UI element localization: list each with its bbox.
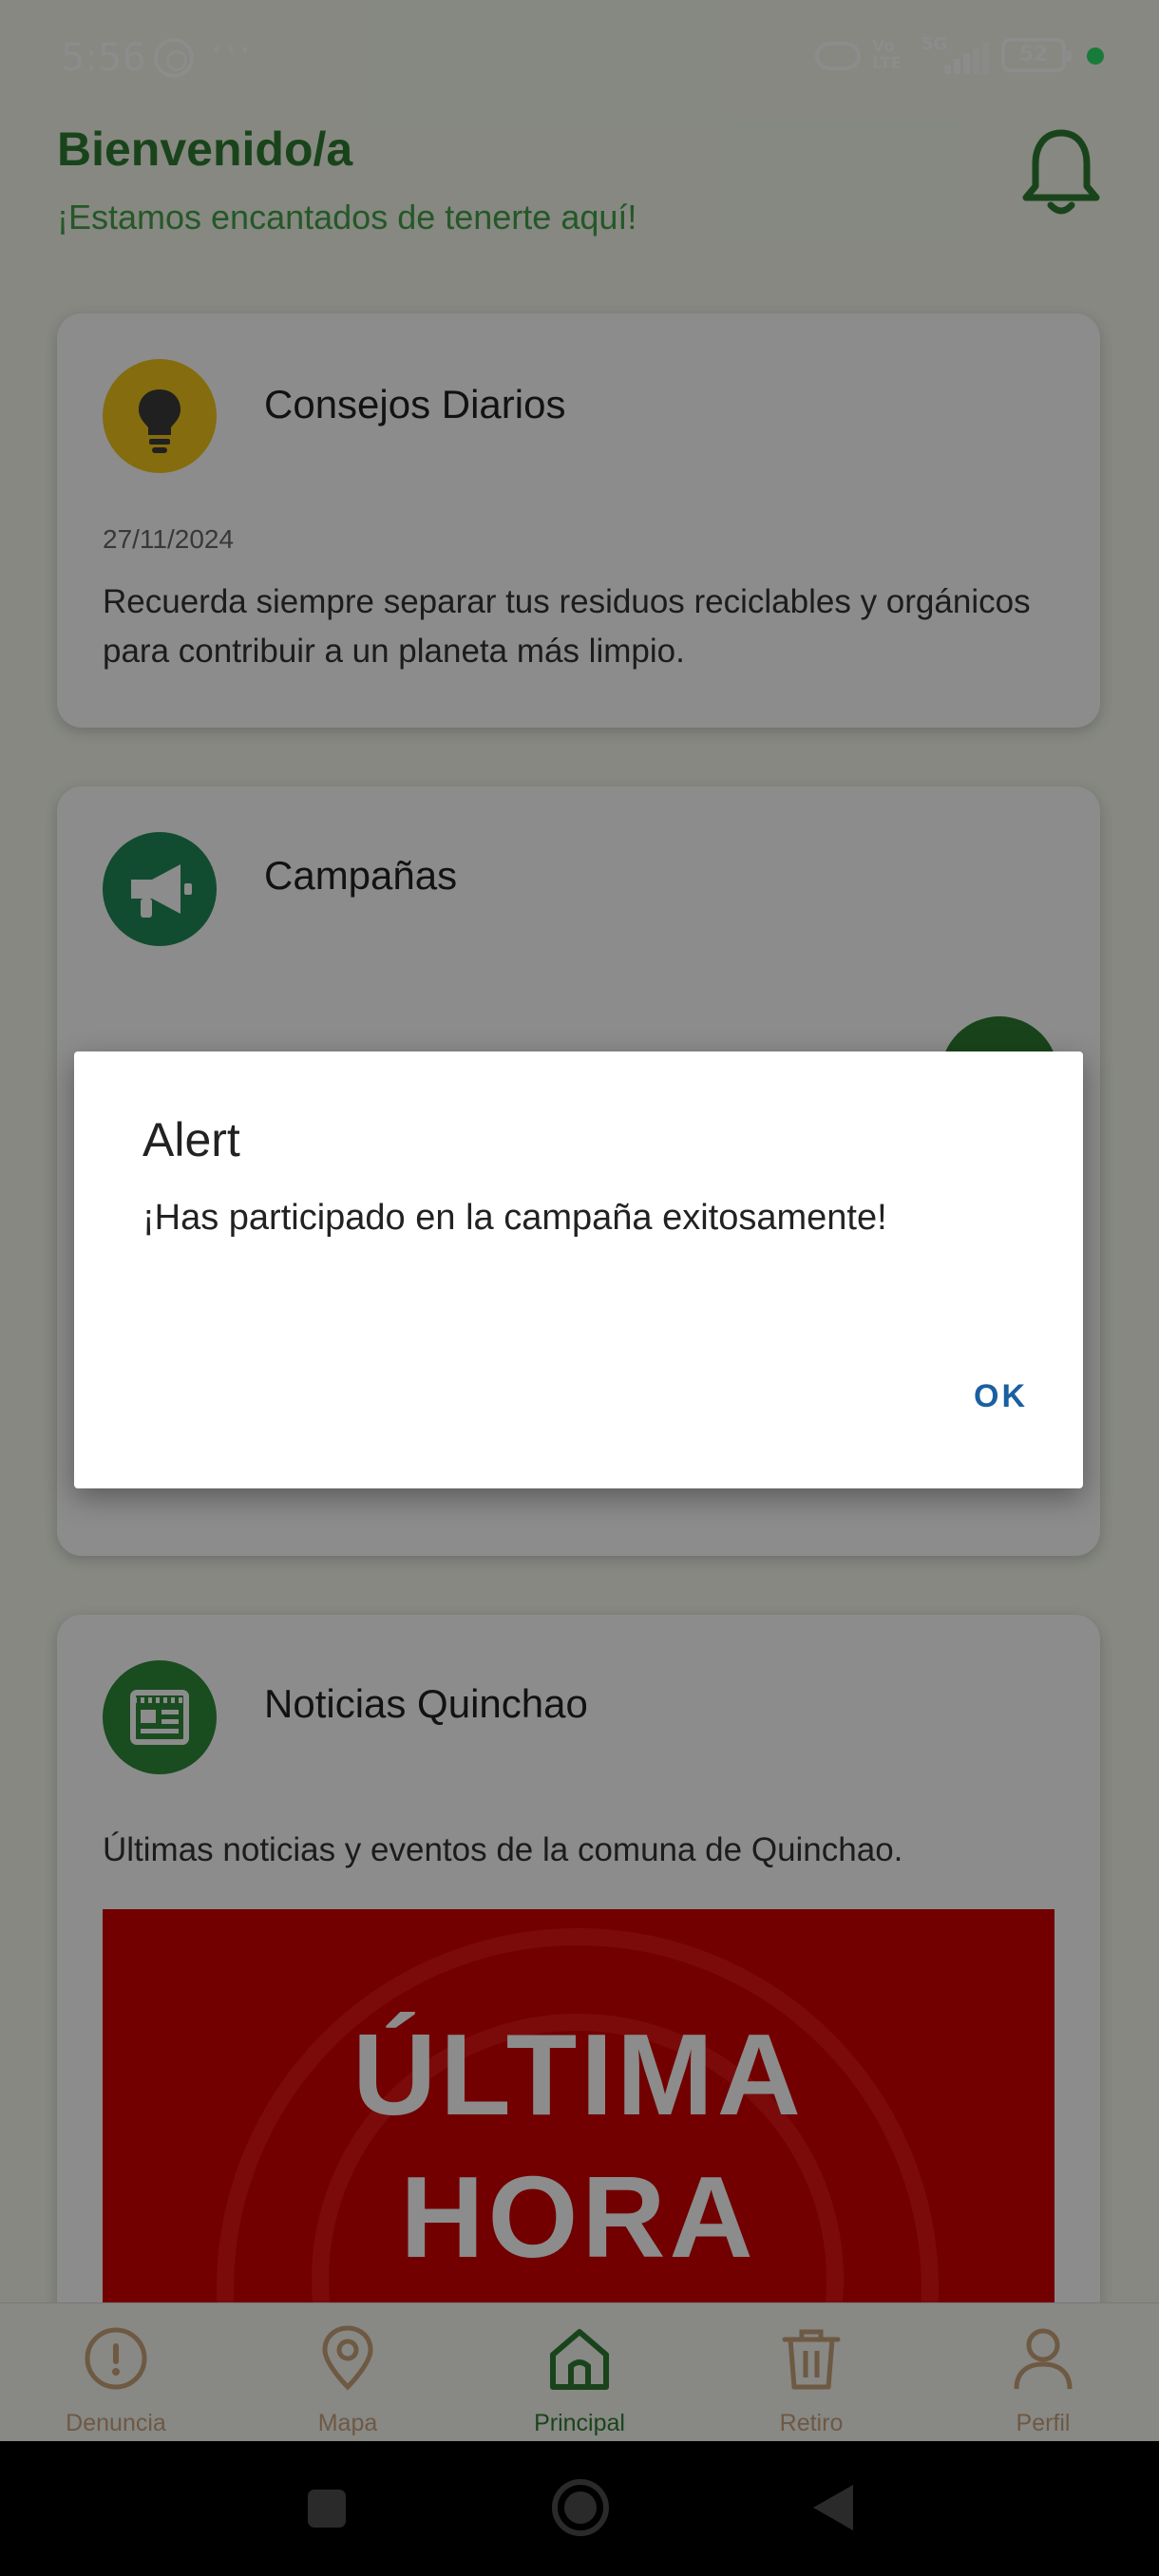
dialog-title: Alert [142,1113,240,1166]
app-screen: 5:56 ··· Vo LTE 5G 52 Bienvenido/a ¡Esta… [0,0,1159,2576]
back-icon[interactable] [809,2483,855,2532]
home-button-icon[interactable] [551,2478,610,2537]
alert-dialog: Alert ¡Has participado en la campaña exi… [74,1051,1083,1488]
ok-button[interactable]: OK [974,1378,1028,1415]
system-navigation-bar [0,2441,1159,2576]
recents-icon[interactable] [306,2488,348,2529]
dialog-message: ¡Has participado en la campaña exitosame… [142,1198,887,1238]
